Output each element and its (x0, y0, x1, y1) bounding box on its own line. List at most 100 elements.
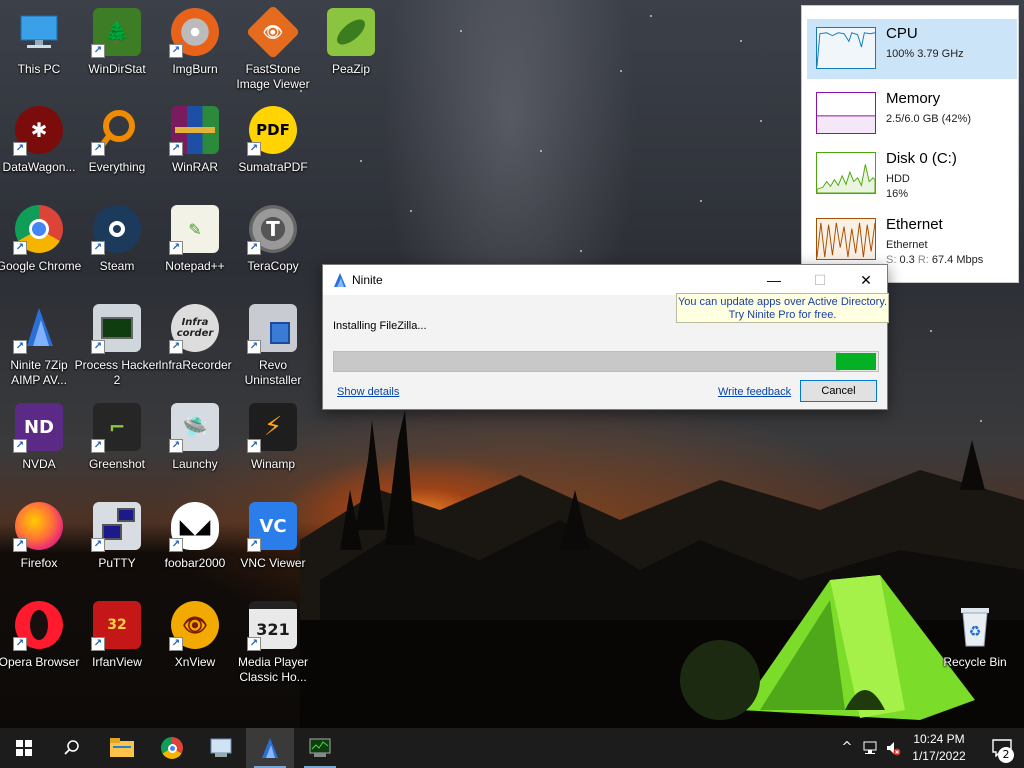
desktop-icon-teracopy[interactable]: T ↗ TeraCopy (234, 201, 312, 297)
notepadpp-icon: ✎ ↗ (169, 205, 219, 255)
network-icon[interactable] (862, 740, 878, 756)
maximize-button: ☐ (797, 265, 843, 295)
shortcut-arrow-icon: ↗ (169, 637, 183, 651)
teracopy-icon: T ↗ (247, 205, 297, 255)
ethernet-graph (816, 218, 876, 260)
shortcut-arrow-icon: ↗ (169, 538, 183, 552)
desktop-icon-irfanview[interactable]: 32 ↗ IrfanView (78, 597, 156, 693)
shortcut-arrow-icon: ↗ (13, 340, 27, 354)
desktop-icon-ninite[interactable]: ↗ Ninite 7Zip AIMP AV... (0, 300, 78, 396)
minimize-button[interactable]: — (751, 265, 797, 295)
shortcut-arrow-icon: ↗ (247, 637, 261, 651)
cpu-graph (816, 27, 876, 69)
desktop-icon-this-pc[interactable]: This PC (0, 4, 78, 100)
opera-icon: ↗ (13, 601, 63, 651)
desktop-icon-peazip[interactable]: PeaZip (312, 4, 390, 100)
nvda-icon: ND ↗ (13, 403, 63, 453)
windirstat-icon: 🌲 ↗ (91, 8, 141, 58)
desktop-icon-winrar[interactable]: ↗ WinRAR (156, 102, 234, 198)
desktop-icon-vnc-viewer[interactable]: VC ↗ VNC Viewer (234, 498, 312, 594)
dialog-title: Ninite (352, 273, 383, 287)
desktop-icon-datawagon[interactable]: ✱ ↗ DataWagon... (0, 102, 78, 198)
infrarecorder-icon: Infra corder ↗ (169, 304, 219, 354)
shortcut-arrow-icon: ↗ (13, 142, 27, 156)
taskbar-file-explorer[interactable] (98, 728, 146, 768)
disk-graph (816, 152, 876, 194)
ethernet-throughput: S: 0.3 R: 67.4 Mbps (886, 254, 984, 266)
taskbar-ninite[interactable] (246, 728, 294, 768)
shortcut-arrow-icon: ↗ (91, 439, 105, 453)
mpc-icon: 321 ↗ (247, 601, 297, 651)
perf-disk-row[interactable]: Disk 0 (C:) HDD 16% (807, 144, 1017, 204)
revo-icon: ↗ (247, 304, 297, 354)
perf-ethernet-row[interactable]: Ethernet Ethernet S: 0.3 R: 67.4 Mbps (807, 210, 1017, 270)
shortcut-arrow-icon: ↗ (91, 538, 105, 552)
desktop-icon-launchy[interactable]: 🛸 ↗ Launchy (156, 399, 234, 495)
shortcut-arrow-icon: ↗ (13, 538, 27, 552)
everything-icon: ↗ (91, 106, 141, 156)
chrome-icon (161, 737, 183, 759)
shortcut-arrow-icon: ↗ (13, 637, 27, 651)
steam-icon: ↗ (91, 205, 141, 255)
start-button[interactable] (0, 728, 48, 768)
show-details-link[interactable]: Show details (337, 386, 399, 398)
shortcut-arrow-icon: ↗ (91, 340, 105, 354)
firefox-icon: ↗ (13, 502, 63, 552)
shortcut-arrow-icon: ↗ (169, 340, 183, 354)
taskbar-process-hacker[interactable] (296, 728, 344, 768)
desktop-icon-everything[interactable]: ↗ Everything (78, 102, 156, 198)
file-explorer-icon (110, 738, 134, 757)
taskbar-chrome[interactable] (148, 728, 196, 768)
dialog-titlebar[interactable]: Ninite — ☐ ✕ (323, 265, 887, 295)
desktop-icon-winamp[interactable]: ⚡ ↗ Winamp (234, 399, 312, 495)
desktop-icon-imgburn[interactable]: ↗ ImgBurn (156, 4, 234, 100)
winrar-icon: ↗ (169, 106, 219, 156)
taskbar-control-panel[interactable] (197, 728, 245, 768)
desktop-icon-faststone[interactable]: 👁 FastStone Image Viewer (234, 4, 312, 100)
clock[interactable]: 10:24 PM 1/17/2022 (902, 731, 976, 765)
vnc-icon: VC ↗ (247, 502, 297, 552)
close-button[interactable]: ✕ (843, 265, 889, 295)
windows-logo-icon (16, 740, 32, 756)
desktop-icon-greenshot[interactable]: ⌐ ↗ Greenshot (78, 399, 156, 495)
volume-muted-icon[interactable] (885, 740, 901, 756)
foobar-icon: ◣◢ ↗ (169, 502, 219, 552)
desktop-icon-recycle-bin[interactable]: ♻ Recycle Bin (936, 597, 1014, 693)
ninite-icon (262, 738, 278, 758)
desktop-icon-nvda[interactable]: ND ↗ NVDA (0, 399, 78, 495)
tray-overflow-chevron-icon[interactable]: ^ (839, 740, 855, 756)
notification-count-badge: 2 (998, 747, 1014, 763)
memory-graph (816, 92, 876, 134)
cancel-button[interactable]: Cancel (800, 380, 877, 402)
desktop-icon-foobar2000[interactable]: ◣◢ ↗ foobar2000 (156, 498, 234, 594)
desktop-icon-putty[interactable]: ↗ PuTTY (78, 498, 156, 594)
desktop-icon-infrarecorder[interactable]: Infra corder ↗ InfraRecorder (156, 300, 234, 396)
shortcut-arrow-icon: ↗ (91, 241, 105, 255)
desktop-icon-xnview[interactable]: 👁 ↗ XnView (156, 597, 234, 693)
performance-widget: CPU 100% 3.79 GHz Memory 2.5/6.0 GB (42%… (801, 5, 1019, 283)
winamp-icon: ⚡ ↗ (247, 403, 297, 453)
xnview-icon: 👁 ↗ (169, 601, 219, 651)
perf-memory-row[interactable]: Memory 2.5/6.0 GB (42%) (807, 84, 1017, 144)
desktop-icon-firefox[interactable]: ↗ Firefox (0, 498, 78, 594)
desktop-icon-process-hacker[interactable]: ↗ Process Hacker 2 (75, 300, 159, 396)
perf-cpu-row[interactable]: CPU 100% 3.79 GHz (807, 19, 1017, 79)
shortcut-arrow-icon: ↗ (247, 538, 261, 552)
shortcut-arrow-icon: ↗ (169, 439, 183, 453)
desktop-icon-steam[interactable]: ↗ Steam (78, 201, 156, 297)
faststone-icon: 👁 (245, 4, 301, 60)
desktop-icon-google-chrome[interactable]: ↗ Google Chrome (0, 201, 81, 297)
shortcut-arrow-icon: ↗ (13, 241, 27, 255)
desktop-icon-opera[interactable]: ↗ Opera Browser (0, 597, 79, 693)
search-button[interactable] (48, 728, 96, 768)
this-pc-icon (15, 8, 63, 56)
action-center-button[interactable]: 2 (980, 728, 1024, 768)
write-feedback-link[interactable]: Write feedback (718, 386, 791, 398)
desktop-icon-revo[interactable]: ↗ Revo Uninstaller (234, 300, 312, 396)
ninite-pro-promo[interactable]: You can update apps over Active Director… (676, 293, 889, 323)
desktop-icon-sumatrapdf[interactable]: PDF ↗ SumatraPDF (234, 102, 312, 198)
desktop-icon-notepadpp[interactable]: ✎ ↗ Notepad++ (156, 201, 234, 297)
clock-time: 10:24 PM (913, 732, 965, 746)
desktop-icon-windirstat[interactable]: 🌲 ↗ WinDirStat (78, 4, 156, 100)
desktop-icon-mpc[interactable]: 321 ↗ Media Player Classic Ho... (234, 597, 312, 693)
